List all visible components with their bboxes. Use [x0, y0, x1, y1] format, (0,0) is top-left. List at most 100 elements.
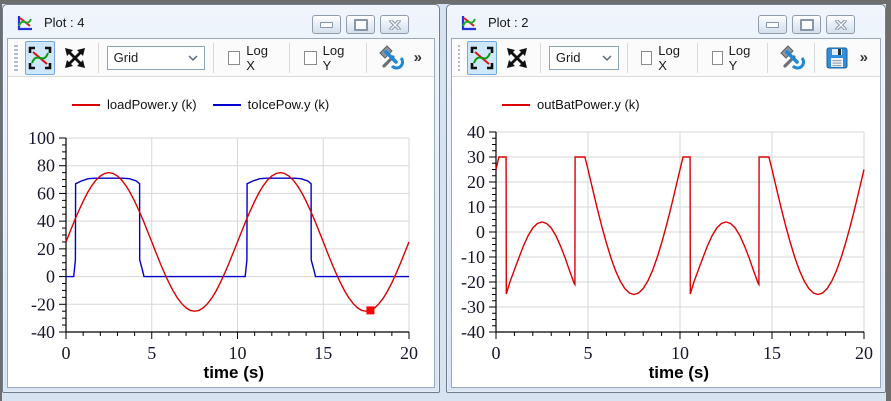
y-tick-label: -40	[461, 322, 485, 342]
pan-icon	[61, 44, 89, 72]
maximize-button[interactable]	[792, 15, 821, 34]
close-button[interactable]	[380, 15, 409, 34]
auto-scale-icon	[26, 44, 54, 72]
y-tick-label: 0	[476, 222, 485, 242]
plot-window-2[interactable]: Plot : 2	[446, 4, 886, 393]
series-marker	[366, 306, 374, 314]
logx-checkbox[interactable]	[641, 51, 652, 65]
titlebar[interactable]: Plot : 2	[447, 5, 885, 38]
chevron-down-icon	[188, 54, 198, 62]
close-button[interactable]	[826, 15, 855, 34]
x-tick-label: 20	[855, 343, 873, 363]
y-tick-label: 60	[37, 183, 55, 203]
grid-combobox-value: Grid	[556, 50, 602, 65]
close-icon	[835, 20, 847, 30]
toolbar-separator	[767, 43, 768, 73]
y-tick-label: -10	[461, 247, 485, 267]
logx-checkbox[interactable]	[228, 51, 240, 65]
maximize-button[interactable]	[346, 15, 375, 34]
x-tick-label: 0	[62, 343, 71, 363]
minimize-icon	[320, 22, 333, 28]
legend-label: toIcePow.y (k)	[248, 97, 330, 112]
plot-window-4[interactable]: Plot : 4	[2, 4, 440, 393]
minimize-button[interactable]	[758, 15, 787, 34]
y-tick-label: 100	[28, 128, 55, 148]
logx-label: Log X	[246, 43, 275, 73]
chevron-down-icon	[602, 54, 612, 62]
grid-combobox[interactable]: Grid	[107, 46, 205, 70]
legend: outBatPower.y (k)	[502, 97, 640, 112]
auto-scale-button[interactable]	[25, 41, 55, 75]
y-tick-label: 30	[467, 147, 485, 167]
legend-item: toIcePow.y (k)	[213, 97, 330, 112]
toolbar-separator	[627, 43, 628, 73]
setup-button[interactable]	[776, 41, 806, 75]
auto-scale-icon	[468, 44, 496, 72]
legend-label: outBatPower.y (k)	[537, 97, 640, 112]
minimize-icon	[766, 22, 779, 28]
legend-label: loadPower.y (k)	[107, 97, 197, 112]
window-content: Grid Log X Log Y	[7, 38, 435, 388]
plot-region: -40-30-20-1001020304005101520 outBatPowe…	[452, 77, 880, 387]
y-tick-label: -20	[461, 272, 485, 292]
toolbar-separator	[814, 43, 815, 73]
grid-combobox-value: Grid	[114, 50, 188, 65]
legend-item: outBatPower.y (k)	[502, 97, 640, 112]
setup-button[interactable]	[375, 41, 405, 75]
x-tick-label: 20	[400, 343, 418, 363]
y-tick-label: 80	[37, 156, 55, 176]
toolbar-grip[interactable]	[458, 45, 460, 71]
x-tick-label: 15	[314, 343, 332, 363]
save-button[interactable]	[823, 41, 851, 75]
window-title: Plot : 2	[488, 15, 528, 30]
y-tick-label: -30	[461, 297, 485, 317]
logy-checkbox[interactable]	[712, 51, 723, 65]
window-content: Grid Log X Log Y	[451, 38, 881, 388]
x-tick-label: 0	[492, 343, 501, 363]
toolbar-separator	[213, 43, 214, 73]
pan-icon	[503, 44, 531, 72]
plot-region: -40-2002040608010005101520 loadPower.y (…	[8, 77, 434, 387]
pan-button[interactable]	[502, 41, 532, 75]
minimize-button[interactable]	[312, 15, 341, 34]
y-tick-label: 20	[467, 172, 485, 192]
legend-line	[72, 104, 100, 106]
toolbar-overflow-button[interactable]: »	[410, 49, 426, 66]
x-tick-label: 10	[671, 343, 689, 363]
x-axis-title: time (s)	[649, 363, 709, 383]
toolbar-grip[interactable]	[14, 45, 18, 71]
plot-canvas[interactable]: -40-2002040608010005101520	[8, 77, 435, 388]
y-tick-label: -20	[31, 294, 55, 314]
logy-checkbox[interactable]	[304, 51, 316, 65]
plot-canvas[interactable]: -40-30-20-1001020304005101520	[452, 77, 881, 388]
auto-scale-button[interactable]	[467, 41, 497, 75]
tools-icon	[376, 44, 404, 72]
y-tick-label: -40	[31, 322, 55, 342]
window-title: Plot : 4	[44, 15, 84, 30]
y-tick-label: 20	[37, 239, 55, 259]
legend: loadPower.y (k) toIcePow.y (k)	[72, 97, 329, 112]
legend-item: loadPower.y (k)	[72, 97, 197, 112]
maximize-icon	[800, 19, 814, 31]
pan-button[interactable]	[60, 41, 90, 75]
titlebar[interactable]: Plot : 4	[3, 5, 439, 38]
plot-app-icon	[459, 13, 479, 33]
save-icon	[824, 45, 850, 71]
plot-toolbar: Grid Log X Log Y	[452, 39, 880, 77]
legend-line	[502, 104, 530, 106]
toolbar-separator	[540, 43, 541, 73]
toolbar-overflow-button[interactable]: »	[856, 49, 872, 66]
toolbar-separator	[98, 43, 99, 73]
y-tick-label: 40	[467, 122, 485, 142]
logy-label: Log Y	[729, 43, 754, 73]
toolbar-separator	[697, 43, 698, 73]
y-tick-label: 10	[467, 197, 485, 217]
toolbar-separator	[289, 43, 290, 73]
logy-label: Log Y	[323, 43, 352, 73]
y-tick-label: 0	[46, 267, 55, 287]
grid-combobox[interactable]: Grid	[549, 46, 619, 70]
plot-toolbar: Grid Log X Log Y	[8, 39, 434, 77]
x-tick-label: 5	[584, 343, 593, 363]
y-tick-label: 40	[37, 211, 55, 231]
legend-line	[213, 104, 241, 106]
